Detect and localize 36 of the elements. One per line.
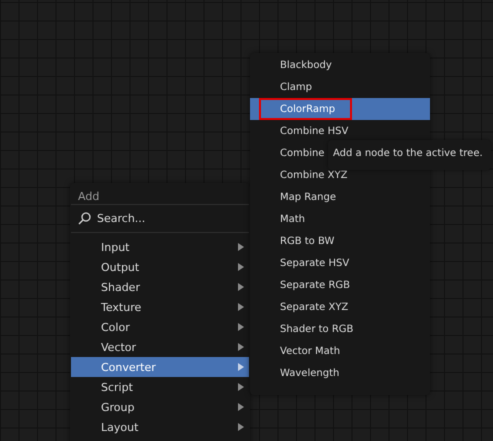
menu-item[interactable]: Texture — [71, 297, 249, 317]
submenu-arrow-icon — [238, 383, 244, 391]
menu-item[interactable]: Blackbody — [250, 54, 430, 76]
search-field[interactable]: Search... — [97, 212, 227, 225]
submenu-arrow-icon — [238, 303, 244, 311]
submenu-arrow-icon — [238, 343, 244, 351]
submenu-arrow-icon — [238, 403, 244, 411]
menu-item[interactable]: Combine HSV — [250, 120, 430, 142]
submenu-arrow-icon — [238, 283, 244, 291]
submenu-arrow-icon — [238, 423, 244, 431]
menu-item[interactable]: Color — [71, 317, 249, 337]
menu-item[interactable]: Vector Math — [250, 340, 430, 362]
menu-title: Add — [77, 189, 100, 204]
menu-item[interactable]: Script — [71, 377, 249, 397]
menu-item[interactable]: Shader to RGB — [250, 318, 430, 340]
menu-item[interactable]: RGB to BW — [250, 230, 430, 252]
menu-item[interactable]: Wavelength — [250, 362, 430, 384]
menu-item[interactable]: Separate HSV — [250, 252, 430, 274]
menu-item[interactable]: Converter — [71, 357, 249, 377]
menu-item[interactable]: Vector — [71, 337, 249, 357]
submenu-arrow-icon — [238, 323, 244, 331]
menu-item[interactable]: Math — [250, 208, 430, 230]
menu-item[interactable]: Clamp — [250, 76, 430, 98]
submenu-arrow-icon — [238, 263, 244, 271]
menu-item[interactable]: Input — [71, 237, 249, 257]
menu-item[interactable]: Separate XYZ — [250, 296, 430, 318]
menu-item[interactable]: Group — [71, 397, 249, 417]
menu-item[interactable]: Output — [71, 257, 249, 277]
menu-item[interactable]: Map Range — [250, 186, 430, 208]
menu-item[interactable]: Shader — [71, 277, 249, 297]
tooltip: Add a node to the active tree. — [328, 140, 491, 170]
menu-item[interactable]: Layout — [71, 417, 249, 437]
submenu-arrow-icon — [238, 363, 244, 371]
menu-item[interactable]: Separate RGB — [250, 274, 430, 296]
search-icon — [78, 212, 91, 225]
submenu-arrow-icon — [238, 243, 244, 251]
